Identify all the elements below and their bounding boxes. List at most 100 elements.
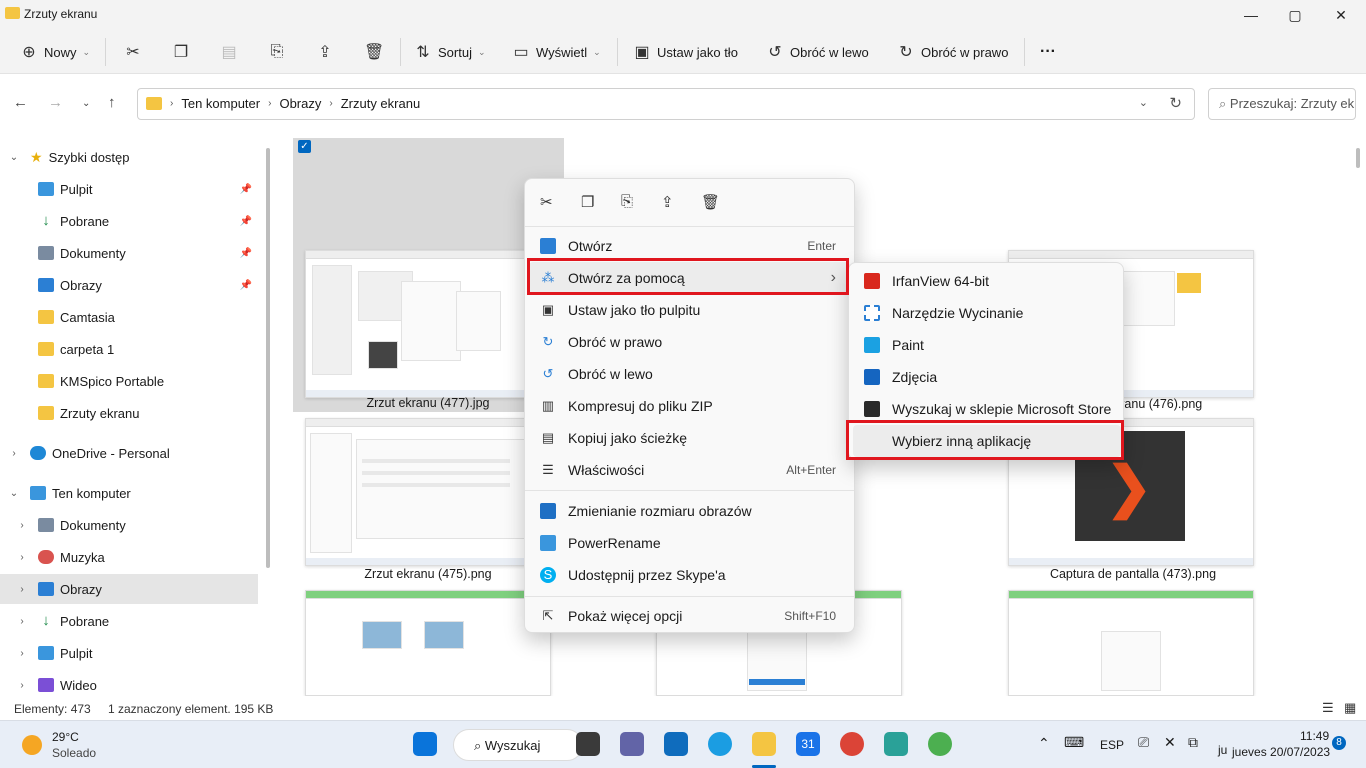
sidebar-item-downloads[interactable]: ↓ Pobrane 📌 (0, 206, 258, 236)
refresh-icon[interactable]: ↻ (1169, 94, 1182, 112)
copy-icon[interactable]: ❐ (581, 193, 594, 211)
search-input[interactable]: ⌕ Przeszukaj: Zrzuty ekranu (1208, 88, 1356, 120)
menu-set-desktop-background[interactable]: ▣ Ustaw jako tło pulpitu (529, 294, 850, 326)
sidebar-item-pictures[interactable]: Obrazy 📌 (0, 270, 258, 300)
breadcrumb-pictures[interactable]: Obrazy (279, 96, 321, 111)
up-arrow-icon[interactable]: ↑ (108, 94, 116, 111)
menu-compress-zip[interactable]: ▥ Kompresuj do pliku ZIP (529, 390, 850, 422)
pin-icon[interactable]: 📌 (240, 184, 252, 195)
edge-icon[interactable] (708, 732, 732, 756)
close-button[interactable]: ✕ (1318, 0, 1364, 30)
maximize-button[interactable]: ▢ (1272, 0, 1318, 30)
rotate-left-button[interactable]: ↺ Obróć w lewo (766, 40, 868, 64)
history-chevron-icon[interactable]: ⌄ (1139, 96, 1148, 109)
pin-icon[interactable]: 📌 (240, 248, 252, 259)
share-button[interactable]: ⇪ (316, 40, 334, 64)
content-scrollbar[interactable] (1356, 148, 1360, 168)
more-options-button[interactable]: ··· (1040, 40, 1056, 64)
menu-share-skype[interactable]: S Udostępnij przez Skype'a (529, 559, 850, 591)
share-icon[interactable]: ⇪ (661, 193, 674, 211)
file-explorer-icon[interactable] (752, 732, 776, 756)
speaker-muted-icon[interactable]: ✕ (1164, 734, 1176, 751)
submenu-snipping-tool[interactable]: Narzędzie Wycinanie (853, 297, 1121, 329)
sidebar-item-music[interactable]: › Muzyka (0, 542, 258, 572)
forward-arrow-icon[interactable]: → (48, 94, 63, 111)
details-view-icon[interactable]: ☰ (1322, 700, 1334, 716)
sidebar-item-pc-downloads[interactable]: › ↓ Pobrane (0, 606, 258, 636)
pin-icon[interactable]: 📌 (240, 216, 252, 227)
sidebar-item-onedrive[interactable]: › OneDrive - Personal (0, 438, 258, 468)
tiles-view-icon[interactable]: ▦ (1344, 700, 1356, 716)
sidebar-item-documents[interactable]: Dokumenty 📌 (0, 238, 258, 268)
store-icon[interactable] (664, 732, 688, 756)
chrome-icon[interactable] (840, 732, 864, 756)
notepad-icon[interactable] (884, 732, 908, 756)
sidebar-item-quick-access[interactable]: ⌄ ★ Szybki dostęp (0, 142, 258, 172)
menu-rotate-right[interactable]: ↻ Obróć w prawo (529, 326, 850, 358)
sidebar-item-kmspico[interactable]: KMSpico Portable (0, 366, 258, 396)
clock-time[interactable]: 11:49 (1300, 729, 1329, 743)
rename-button[interactable]: ⎘ (268, 40, 286, 64)
clock-date[interactable]: jueves 20/07/2023 (1232, 745, 1330, 759)
submenu-photos[interactable]: Zdjęcia (853, 361, 1121, 393)
language-indicator[interactable]: ESP (1100, 738, 1124, 752)
file-name-473[interactable]: Captura de pantalla (473).png (998, 567, 1268, 581)
sidebar-item-pc-documents[interactable]: › Dokumenty (0, 510, 258, 540)
delete-button[interactable]: 🗑 (364, 40, 384, 64)
menu-rotate-left[interactable]: ↺ Obróć w lewo (529, 358, 850, 390)
menu-resize-images[interactable]: Zmienianie rozmiaru obrazów (529, 495, 850, 527)
new-button[interactable]: ⊕ Nowy ⌄ (20, 40, 90, 64)
cut-icon[interactable]: ✂ (540, 193, 553, 211)
sidebar-item-carpeta[interactable]: carpeta 1 (0, 334, 258, 364)
teams-icon[interactable] (620, 732, 644, 756)
chevron-up-icon[interactable]: ⌃ (1038, 735, 1050, 752)
rotate-right-button[interactable]: ↻ Obróć w prawo (897, 40, 1008, 64)
notification-badge[interactable]: 8 (1332, 736, 1346, 750)
display-icon[interactable]: ⎚ (1138, 734, 1149, 751)
sidebar-item-pc-pictures[interactable]: › Obrazy (0, 574, 258, 604)
network-icon[interactable]: ⧉ (1188, 734, 1198, 751)
globe-app-icon[interactable] (928, 732, 952, 756)
breadcrumb-screenshots[interactable]: Zrzuty ekranu (341, 96, 420, 111)
paste-button[interactable]: ▤ (220, 40, 238, 64)
calendar-icon[interactable]: 31 (796, 732, 820, 756)
file-name-477[interactable]: Zrzut ekranu (477).jpg (293, 396, 563, 410)
windows-start-icon[interactable] (413, 732, 437, 756)
sidebar-item-camtasia[interactable]: Camtasia (0, 302, 258, 332)
keyboard-icon[interactable]: ⌨ (1064, 734, 1084, 751)
sidebar-item-desktop[interactable]: Pulpit 📌 (0, 174, 258, 204)
checkbox-icon[interactable]: ✓ (298, 140, 311, 153)
thumbnail-475[interactable] (305, 418, 551, 566)
copy-button[interactable]: ❐ (172, 40, 190, 64)
weather-desc[interactable]: Soleado (52, 746, 96, 760)
cut-button[interactable]: ✂ (124, 40, 142, 64)
menu-copy-as-path[interactable]: ▤ Kopiuj jako ścieżkę (529, 422, 850, 454)
trash-icon[interactable]: 🗑 (701, 193, 720, 211)
thumbnail-row3-c[interactable] (1008, 590, 1254, 696)
taskbar-search[interactable]: ⌕ Wyszukaj (453, 729, 583, 761)
back-arrow-icon[interactable]: ← (13, 94, 28, 111)
view-button[interactable]: ▭ Wyświetl ⌄ (512, 40, 600, 64)
set-background-button[interactable]: ▣ Ustaw jako tło (633, 40, 737, 64)
submenu-irfanview[interactable]: IrfanView 64-bit (853, 265, 1121, 297)
sidebar-scrollbar[interactable] (266, 148, 270, 568)
sidebar-item-pc-desktop[interactable]: › Pulpit (0, 638, 258, 668)
menu-powerrename[interactable]: PowerRename (529, 527, 850, 559)
submenu-paint[interactable]: Paint (853, 329, 1121, 361)
menu-properties[interactable]: ☰ Właściwości Alt+Enter (529, 454, 850, 486)
rename-icon[interactable]: ⎘ (621, 193, 633, 210)
thumbnail-477[interactable] (305, 250, 551, 398)
sidebar-item-screenshots[interactable]: Zrzuty ekranu (0, 398, 258, 428)
sort-button[interactable]: ⇅ Sortuj ⌄ (414, 40, 485, 64)
recent-chevron-icon[interactable]: ⌄ (82, 98, 90, 109)
file-name-475[interactable]: Zrzut ekranu (475).png (293, 567, 563, 581)
address-bar[interactable]: › Ten komputer › Obrazy › Zrzuty ekranu … (137, 88, 1195, 120)
pin-icon[interactable]: 📌 (240, 280, 252, 291)
minimize-button[interactable]: — (1228, 0, 1274, 30)
sidebar-item-this-pc[interactable]: ⌄ Ten komputer (0, 478, 258, 508)
weather-temp[interactable]: 29°C (52, 730, 79, 744)
breadcrumb-computer[interactable]: Ten komputer (181, 96, 260, 111)
thumbnail-row3-a[interactable] (305, 590, 551, 696)
task-view-icon[interactable] (576, 732, 600, 756)
menu-show-more-options[interactable]: ⇱ Pokaż więcej opcji Shift+F10 (529, 600, 850, 632)
